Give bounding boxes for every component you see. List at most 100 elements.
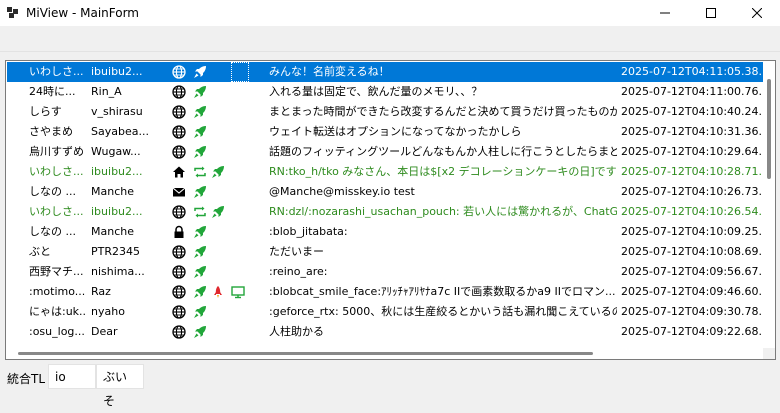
- vertical-scrollbar[interactable]: [763, 61, 775, 348]
- display-name-cell: しなの ...: [29, 225, 76, 238]
- timestamp-cell: 2025-07-12T04:10:28.71...: [621, 165, 761, 178]
- display-name-cell: いわしさ...: [29, 205, 84, 218]
- note-text-cell: みんな！名前変えるね！: [269, 65, 390, 78]
- timestamp-cell: 2025-07-12T04:11:00.76...: [621, 85, 761, 98]
- username-cell: Sayabea...: [91, 125, 149, 138]
- lock-icon: [172, 222, 190, 242]
- timestamp-cell: 2025-07-12T04:10:09.25...: [621, 225, 761, 238]
- toolstrip: [0, 26, 780, 52]
- app-icon: [7, 7, 19, 19]
- note-text-cell: ウェイト転送はオプションになってなかったかしら: [269, 125, 522, 138]
- note-text-cell: :geforce_rtx: 5000、秋には生産絞るとかいう話も漏れ聞こえている…: [269, 305, 617, 318]
- timestamp-cell: 2025-07-12T04:09:46.60...: [621, 285, 761, 298]
- globe-icon: [172, 62, 190, 82]
- renote-icon: [193, 162, 211, 182]
- window-title: MiView - MainForm: [26, 6, 139, 20]
- rocket-icon: [193, 102, 211, 122]
- globe-icon: [172, 82, 190, 102]
- timestamp-cell: 2025-07-12T04:10:31.36...: [621, 125, 761, 138]
- maximize-icon: [706, 8, 716, 18]
- rocket-icon: [211, 202, 229, 222]
- globe-icon: [172, 202, 190, 222]
- timestamp-cell: 2025-07-12T04:10:40.24...: [621, 105, 761, 118]
- tab-buiso[interactable]: ぶいそ: [96, 364, 144, 408]
- timeline-list[interactable]: いわしさ... ibuibu2... みんな！名前変えるね！ 2025-07-12T0…: [5, 60, 776, 360]
- username-cell: Manche: [91, 185, 134, 198]
- globe-icon: [172, 282, 190, 302]
- timestamp-cell: 2025-07-12T04:11:05.38...: [621, 65, 761, 78]
- horizontal-scroll-thumb[interactable]: [18, 352, 593, 355]
- note-text-cell: @Manche@misskey.io test: [269, 185, 415, 198]
- rocket-icon: [193, 62, 211, 82]
- username-cell: Rin_A: [91, 85, 122, 98]
- username-cell: Dear: [91, 325, 118, 338]
- timeline-row[interactable]: しなの ... Manche:blob_jitabata: 2025-07-12T0…: [7, 222, 763, 242]
- title-bar: MiView - MainForm: [0, 0, 780, 26]
- monitor-icon: [231, 282, 249, 302]
- display-name-cell: :motimo...: [29, 285, 86, 298]
- display-name-cell: 烏川すずめ: [29, 145, 84, 158]
- display-name-cell: しらす: [29, 105, 62, 118]
- rocket-icon: [193, 282, 211, 302]
- username-cell: PTR2345: [91, 245, 140, 258]
- timeline-row[interactable]: にゃは:uk... nyaho:geforce_rtx: 5000、秋には生産絞る…: [7, 302, 763, 322]
- display-name-cell: しなの ...: [29, 185, 76, 198]
- tab-io[interactable]: io: [48, 364, 96, 389]
- vertical-scroll-thumb[interactable]: [767, 79, 771, 179]
- horizontal-scrollbar[interactable]: [6, 348, 763, 359]
- globe-icon: [172, 322, 190, 342]
- renote-icon: [193, 202, 211, 222]
- timeline-row[interactable]: ぶと PTR2345 ただいまー 2025-07-12T04:10:08.69...: [7, 242, 763, 262]
- username-cell: Wugaw...: [91, 145, 141, 158]
- username-cell: nyaho: [91, 305, 125, 318]
- note-text-cell: 人柱助かる: [269, 325, 324, 338]
- timeline-row[interactable]: いわしさ... ibuibu2... みんな！名前変えるね！ 2025-07-12T0…: [7, 62, 763, 82]
- username-cell: Raz: [91, 285, 111, 298]
- timestamp-cell: 2025-07-12T04:10:26.73...: [621, 185, 761, 198]
- timestamp-cell: 2025-07-12T04:10:08.69...: [621, 245, 761, 258]
- timeline-row[interactable]: さやまめ Sayabea... ウェイト転送はオプションになってなかったかしら 202…: [7, 122, 763, 142]
- globe-icon: [172, 122, 190, 142]
- username-cell: nishima...: [91, 265, 145, 278]
- display-name-cell: ぶと: [29, 245, 51, 258]
- timeline-row[interactable]: 24時に... Rin_A 入れる量は固定で、飲んだ量のメモリ、、？ 2025-07-…: [7, 82, 763, 102]
- timeline-row[interactable]: 烏川すずめ Wugaw... 話題のフィッティングツールどんなもんか人柱しに行こうと…: [7, 142, 763, 162]
- timeline-row[interactable]: :osu_log... Dear 人柱助かる 2025-07-12T04:09:22.…: [7, 322, 763, 342]
- rocket-icon: [211, 162, 229, 182]
- timestamp-cell: 2025-07-12T04:10:29.64...: [621, 145, 761, 158]
- rocket-icon: [193, 242, 211, 262]
- home-icon: [172, 162, 190, 182]
- timeline-row[interactable]: 西野マチ... nishima... :reino_are: 2025-07-12T0…: [7, 262, 763, 282]
- close-button[interactable]: [734, 0, 780, 26]
- timeline-row[interactable]: いわしさ... ibuibu2... RN:dzl/:nozarashi_usach…: [7, 202, 763, 222]
- timeline-label: 統合TL: [7, 372, 46, 386]
- minimize-button[interactable]: [642, 0, 688, 26]
- timeline-row[interactable]: いわしさ... ibuibu2... RN:tko_h/tko みなさん、本日は$[…: [7, 162, 763, 182]
- note-text-cell: :blob_jitabata:: [269, 225, 348, 238]
- globe-icon: [172, 102, 190, 122]
- display-name-cell: いわしさ...: [29, 165, 84, 178]
- rocket-icon: [193, 302, 211, 322]
- globe-icon: [172, 142, 190, 162]
- timeline-row[interactable]: しなの ... Manche @Manche@misskey.io test 2025…: [7, 182, 763, 202]
- timestamp-cell: 2025-07-12T04:10:26.54...: [621, 205, 761, 218]
- rocket-icon: [193, 262, 211, 282]
- note-text-cell: ただいまー: [269, 245, 324, 258]
- redrocket-icon: [211, 282, 229, 302]
- rocket-icon: [193, 182, 211, 202]
- note-text-cell: :blobcat_smile_face:ｱﾘｯﾁｬｱﾘﾔﾅa7c IIで画素数取…: [269, 285, 616, 298]
- minimize-icon: [660, 12, 670, 14]
- note-text-cell: 話題のフィッティングツールどんなもんか人柱しに行こうとしたらまどちゃが...: [269, 145, 617, 158]
- timeline-row[interactable]: :motimo... Raz :blobcat_smile_face:ｱﾘｯﾁｬｱﾘ…: [7, 282, 763, 302]
- display-name-cell: さやまめ: [29, 125, 73, 138]
- timestamp-cell: 2025-07-12T04:09:30.78...: [621, 305, 761, 318]
- username-cell: ibuibu2...: [91, 205, 143, 218]
- timeline-row[interactable]: しらす v_shirasu まとまった時間ができたら改変するんだと決めて買うだけ買っ…: [7, 102, 763, 122]
- status-bar: 統合TL io ぶいそ: [0, 364, 780, 408]
- note-text-cell: :reino_are:: [269, 265, 328, 278]
- display-name-cell: 西野マチ...: [29, 265, 84, 278]
- timestamp-cell: 2025-07-12T04:09:56.67...: [621, 265, 761, 278]
- globe-icon: [172, 242, 190, 262]
- maximize-button[interactable]: [688, 0, 734, 26]
- note-text-cell: まとまった時間ができたら改変するんだと決めて買うだけ買ったものがboo...: [269, 105, 617, 118]
